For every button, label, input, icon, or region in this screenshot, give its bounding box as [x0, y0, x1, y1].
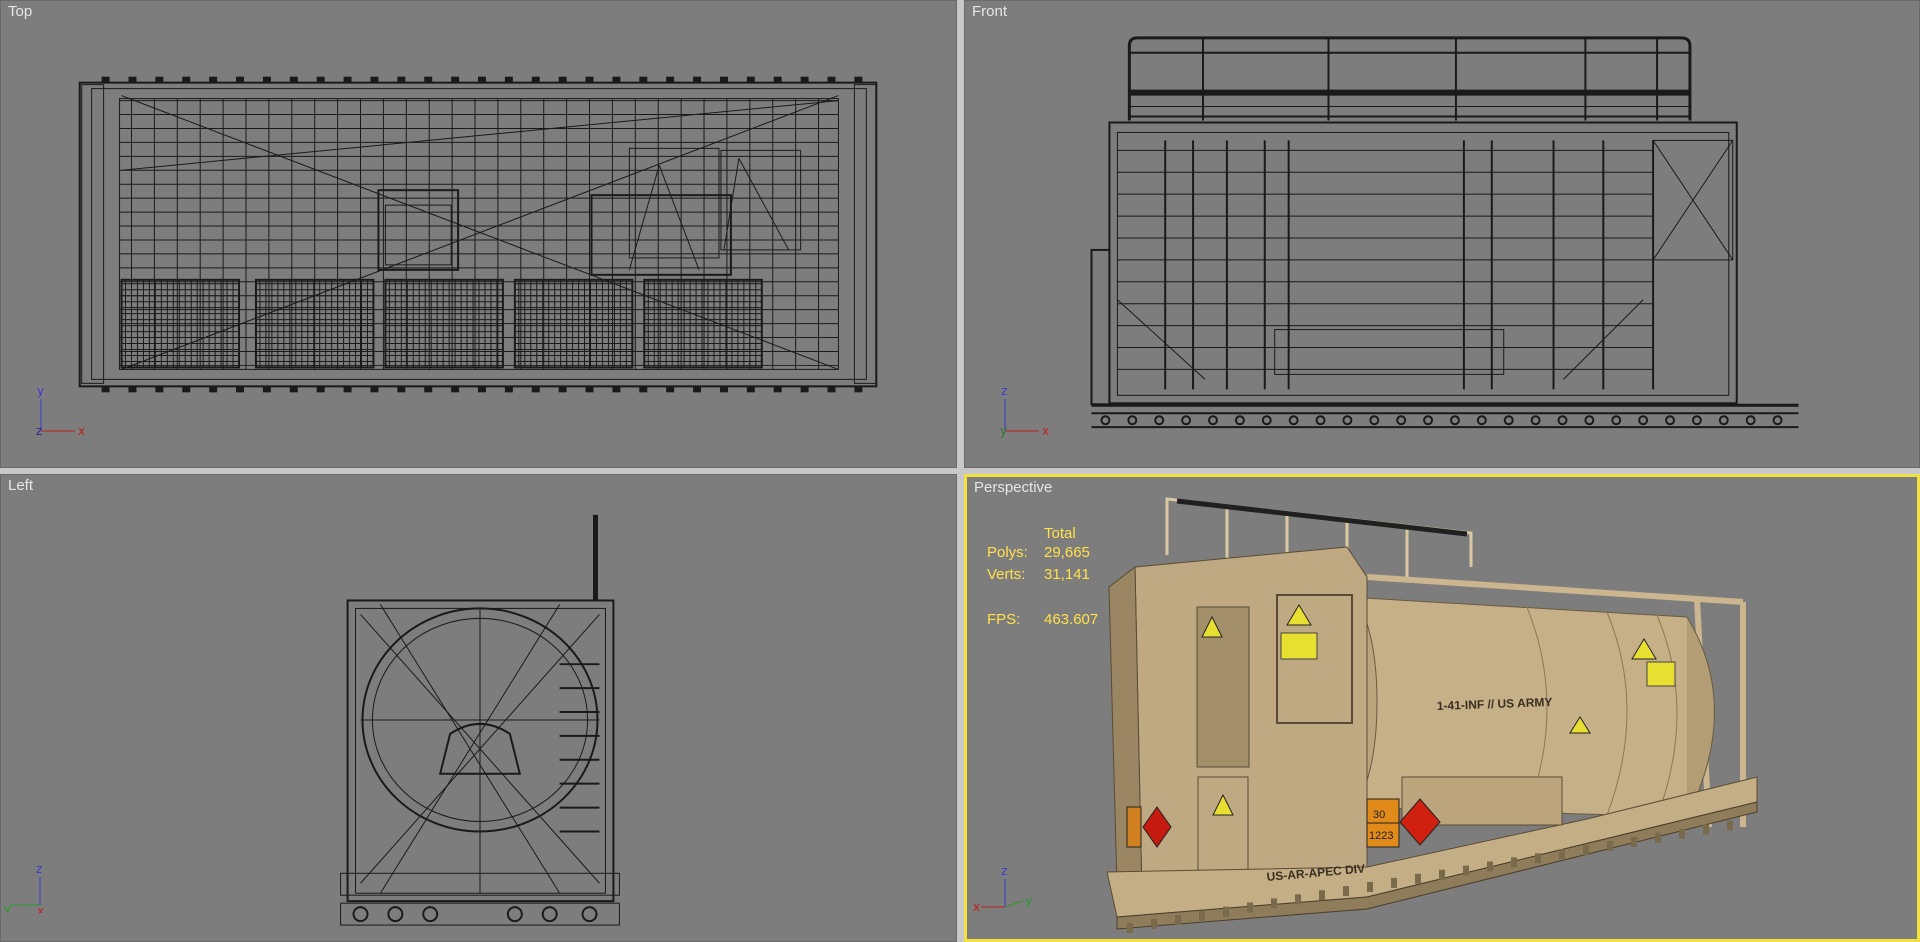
viewport-perspective[interactable]: 1-41-INF // US ARMY US-AR-APEC DIV 30 12… [964, 474, 1920, 942]
fps-label: FPS: [987, 611, 1021, 628]
axis-tripod-icon: z x y [1000, 384, 1049, 438]
viewport-label[interactable]: Front [972, 3, 1007, 20]
verts-label: Verts: [987, 566, 1026, 583]
svg-text:x: x [1042, 424, 1049, 438]
svg-text:x: x [78, 424, 85, 438]
svg-text:y: y [1000, 424, 1007, 438]
stats-header: Total [1044, 525, 1076, 542]
axis-tripod-icon: z y x [973, 864, 1032, 914]
axis-tripod-icon: z x y [4, 862, 44, 913]
svg-text:x: x [973, 900, 980, 914]
fps-value: 463.607 [1044, 611, 1099, 628]
wireframe-front-view [1090, 36, 1799, 429]
axis-tripod-icon: y x z [36, 384, 85, 438]
verts-value: 31,141 [1044, 566, 1090, 583]
svg-text:30: 30 [1373, 809, 1385, 821]
wireframe-top-view [78, 76, 878, 393]
svg-text:y: y [1025, 894, 1032, 908]
viewport-front[interactable]: Front z x y [964, 0, 1920, 468]
svg-text:1223: 1223 [1369, 830, 1393, 842]
svg-text:x: x [37, 904, 44, 913]
viewport-top[interactable]: Top y x z [0, 0, 957, 468]
viewport-label[interactable]: Perspective [974, 479, 1052, 496]
svg-text:z: z [36, 424, 42, 438]
wireframe-left-view [340, 514, 620, 926]
svg-text:z: z [1001, 864, 1007, 878]
viewport-label[interactable]: Top [8, 3, 32, 20]
polys-value: 29,665 [1044, 544, 1090, 561]
svg-text:z: z [36, 862, 42, 876]
polys-label: Polys: [987, 544, 1028, 561]
svg-text:z: z [1001, 384, 1007, 398]
viewport-label[interactable]: Left [8, 477, 33, 494]
svg-text:y: y [37, 384, 44, 398]
svg-text:y: y [4, 902, 11, 913]
tank-container-render: 1-41-INF // US ARMY US-AR-APEC DIV 30 12… [1106, 497, 1758, 933]
viewport-left[interactable]: Left z x y [0, 474, 957, 942]
